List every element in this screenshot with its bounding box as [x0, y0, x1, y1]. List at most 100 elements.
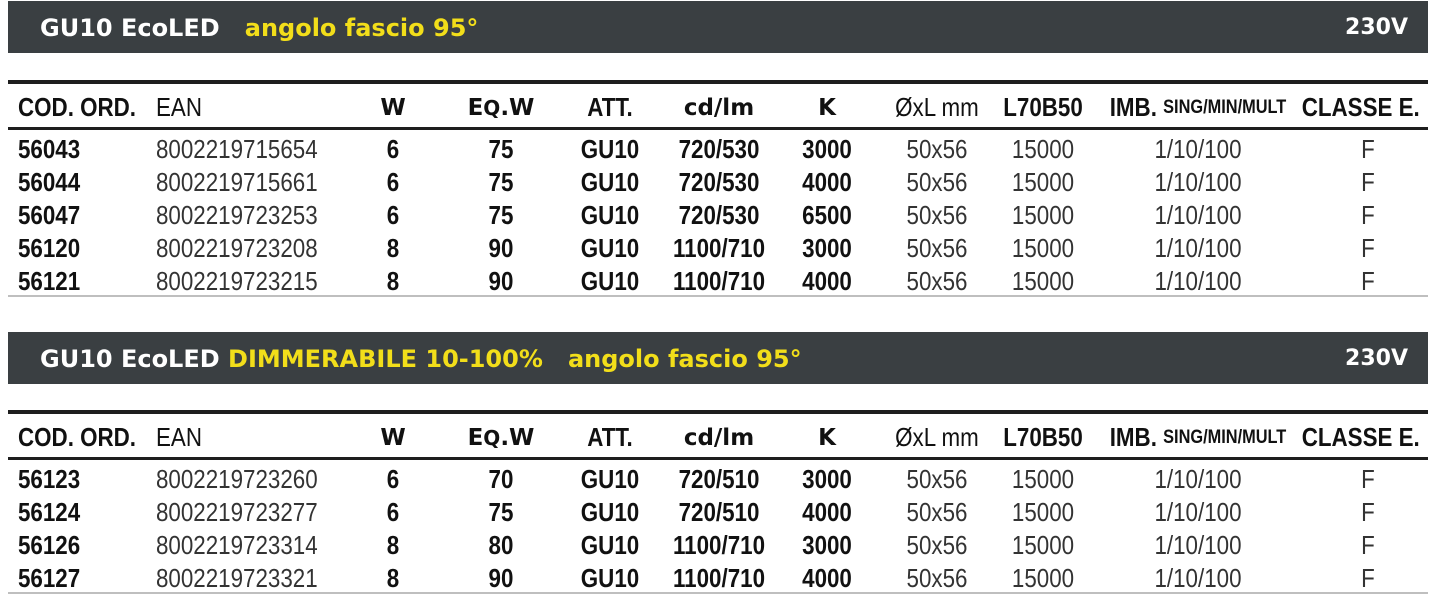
table-row: 56123 8002219723260 6 70 GU10 720/510 3000 50x5…: [8, 460, 1428, 494]
cell-l70: 15000: [1011, 134, 1075, 164]
cell-eqw: 70: [488, 464, 514, 494]
cell-ean: 8002219723208: [156, 233, 318, 263]
section-title: GU10 EcoLED angolo fascio 95°: [40, 1, 478, 53]
header-k: K: [818, 94, 836, 121]
cell-dxl: 50x56: [906, 233, 968, 263]
title-beam: angolo fascio 95°: [244, 14, 479, 42]
voltage-label: 230V: [1345, 15, 1408, 40]
cell-dxl: 50x56: [906, 530, 968, 560]
cell-dxl: 50x56: [906, 167, 968, 197]
cell-eqw: 90: [488, 233, 514, 263]
header-imb: IMB. SING/MIN/MULT: [1109, 92, 1287, 122]
cell-eqw: 90: [488, 563, 514, 593]
voltage-label: 230V: [1345, 346, 1408, 371]
title-beam: angolo fascio 95°: [567, 345, 802, 373]
cell-dxl: 50x56: [906, 497, 968, 527]
cell-cdlm: 720/530: [678, 167, 760, 197]
cell-cod: 56124: [18, 497, 81, 527]
cell-dxl: 50x56: [906, 200, 968, 230]
cell-att: GU10: [580, 530, 640, 560]
cell-cdlm: 720/530: [678, 134, 760, 164]
table-row: 56047 8002219723253 6 75 GU10 720/530 6500 50x5…: [8, 196, 1428, 230]
cell-w: 6: [386, 134, 400, 164]
header-att: ATT.: [587, 422, 633, 452]
cell-l70: 15000: [1011, 266, 1075, 296]
cell-l70: 15000: [1011, 167, 1075, 197]
cell-k: 3000: [802, 134, 852, 164]
cell-k: 4000: [802, 497, 852, 527]
title-main: GU10 EcoLED: [40, 345, 220, 373]
title-highlight: DIMMERABILE 10-100%: [228, 345, 543, 373]
cell-cod: 56121: [18, 266, 81, 296]
cell-k: 4000: [802, 266, 852, 296]
cell-cdlm: 1100/710: [672, 233, 766, 263]
cell-cod: 56127: [18, 563, 81, 593]
cell-ean: 8002219715654: [156, 134, 318, 164]
section-gu10-ecoled-dimmerabile: GU10 EcoLED DIMMERABILE 10-100% angolo f…: [8, 332, 1428, 594]
cell-imb: 1/10/100: [1154, 233, 1242, 263]
cell-cdlm: 1100/710: [672, 266, 766, 296]
cell-k: 3000: [802, 233, 852, 263]
cell-eqw: 90: [488, 266, 514, 296]
cell-att: GU10: [580, 266, 640, 296]
cell-imb: 1/10/100: [1154, 563, 1242, 593]
table-row: 56127 8002219723321 8 90 GU10 1100/710 4000 50x…: [8, 559, 1428, 593]
cell-cod: 56123: [18, 464, 81, 494]
header-cod: COD. ORD.: [18, 422, 137, 452]
table-row: 56043 8002219715654 6 75 GU10 720/530 3000 50x5…: [8, 130, 1428, 164]
cell-imb: 1/10/100: [1154, 464, 1242, 494]
cell-cls: F: [1361, 530, 1375, 560]
cell-w: 6: [386, 464, 400, 494]
cell-l70: 15000: [1011, 530, 1075, 560]
cell-dxl: 50x56: [906, 134, 968, 164]
cell-imb: 1/10/100: [1154, 167, 1242, 197]
cell-cod: 56126: [18, 530, 81, 560]
table-row: 56120 8002219723208 8 90 GU10 1100/710 3000 50x…: [8, 229, 1428, 263]
cell-imb: 1/10/100: [1154, 266, 1242, 296]
cell-cod: 56120: [18, 233, 81, 263]
cell-ean: 8002219723260: [156, 464, 318, 494]
cell-ean: 8002219715661: [156, 167, 318, 197]
cell-ean: 8002219723321: [156, 563, 318, 593]
cell-ean: 8002219723215: [156, 266, 318, 296]
cell-att: GU10: [580, 134, 640, 164]
cell-att: GU10: [580, 233, 640, 263]
table-header-row: COD. ORD. EAN W E Q .W ATT. cd/lm K ØxL mm…: [8, 84, 1428, 130]
cell-k: 3000: [802, 464, 852, 494]
header-att: ATT.: [587, 92, 633, 122]
cell-eqw: 80: [488, 530, 514, 560]
header-cod: COD. ORD.: [18, 92, 137, 122]
table-body: 56043 8002219715654 6 75 GU10 720/530 3000 50x5…: [8, 130, 1428, 296]
cell-cdlm: 720/530: [678, 200, 760, 230]
header-w: W: [380, 94, 406, 121]
header-eqw: E Q .W: [467, 94, 535, 121]
table-body: 56123 8002219723260 6 70 GU10 720/510 3000 50x5…: [8, 460, 1428, 593]
section-title: GU10 EcoLED DIMMERABILE 10-100% angolo f…: [40, 332, 802, 384]
cell-k: 3000: [802, 530, 852, 560]
cell-cls: F: [1361, 167, 1375, 197]
cell-cls: F: [1361, 497, 1375, 527]
cell-dxl: 50x56: [906, 266, 968, 296]
cell-cls: F: [1361, 563, 1375, 593]
header-cdlm: cd/lm: [683, 424, 755, 451]
cell-cod: 56044: [18, 167, 81, 197]
cell-l70: 15000: [1011, 233, 1075, 263]
header-dxl: ØxL mm: [895, 422, 979, 452]
cell-k: 4000: [802, 563, 852, 593]
cell-eqw: 75: [488, 134, 514, 164]
cell-cls: F: [1361, 200, 1375, 230]
cell-w: 8: [386, 530, 400, 560]
cell-eqw: 75: [488, 497, 514, 527]
cell-w: 8: [386, 563, 400, 593]
cell-att: GU10: [580, 167, 640, 197]
cell-imb: 1/10/100: [1154, 200, 1242, 230]
cell-k: 4000: [802, 167, 852, 197]
product-table: COD. ORD. EAN W E Q .W ATT. cd/lm K ØxL mm…: [8, 410, 1428, 594]
cell-cls: F: [1361, 266, 1375, 296]
cell-w: 6: [386, 200, 400, 230]
cell-eqw: 75: [488, 167, 514, 197]
cell-cls: F: [1361, 464, 1375, 494]
cell-cdlm: 720/510: [678, 464, 760, 494]
cell-att: GU10: [580, 497, 640, 527]
header-ean: EAN: [156, 422, 202, 452]
